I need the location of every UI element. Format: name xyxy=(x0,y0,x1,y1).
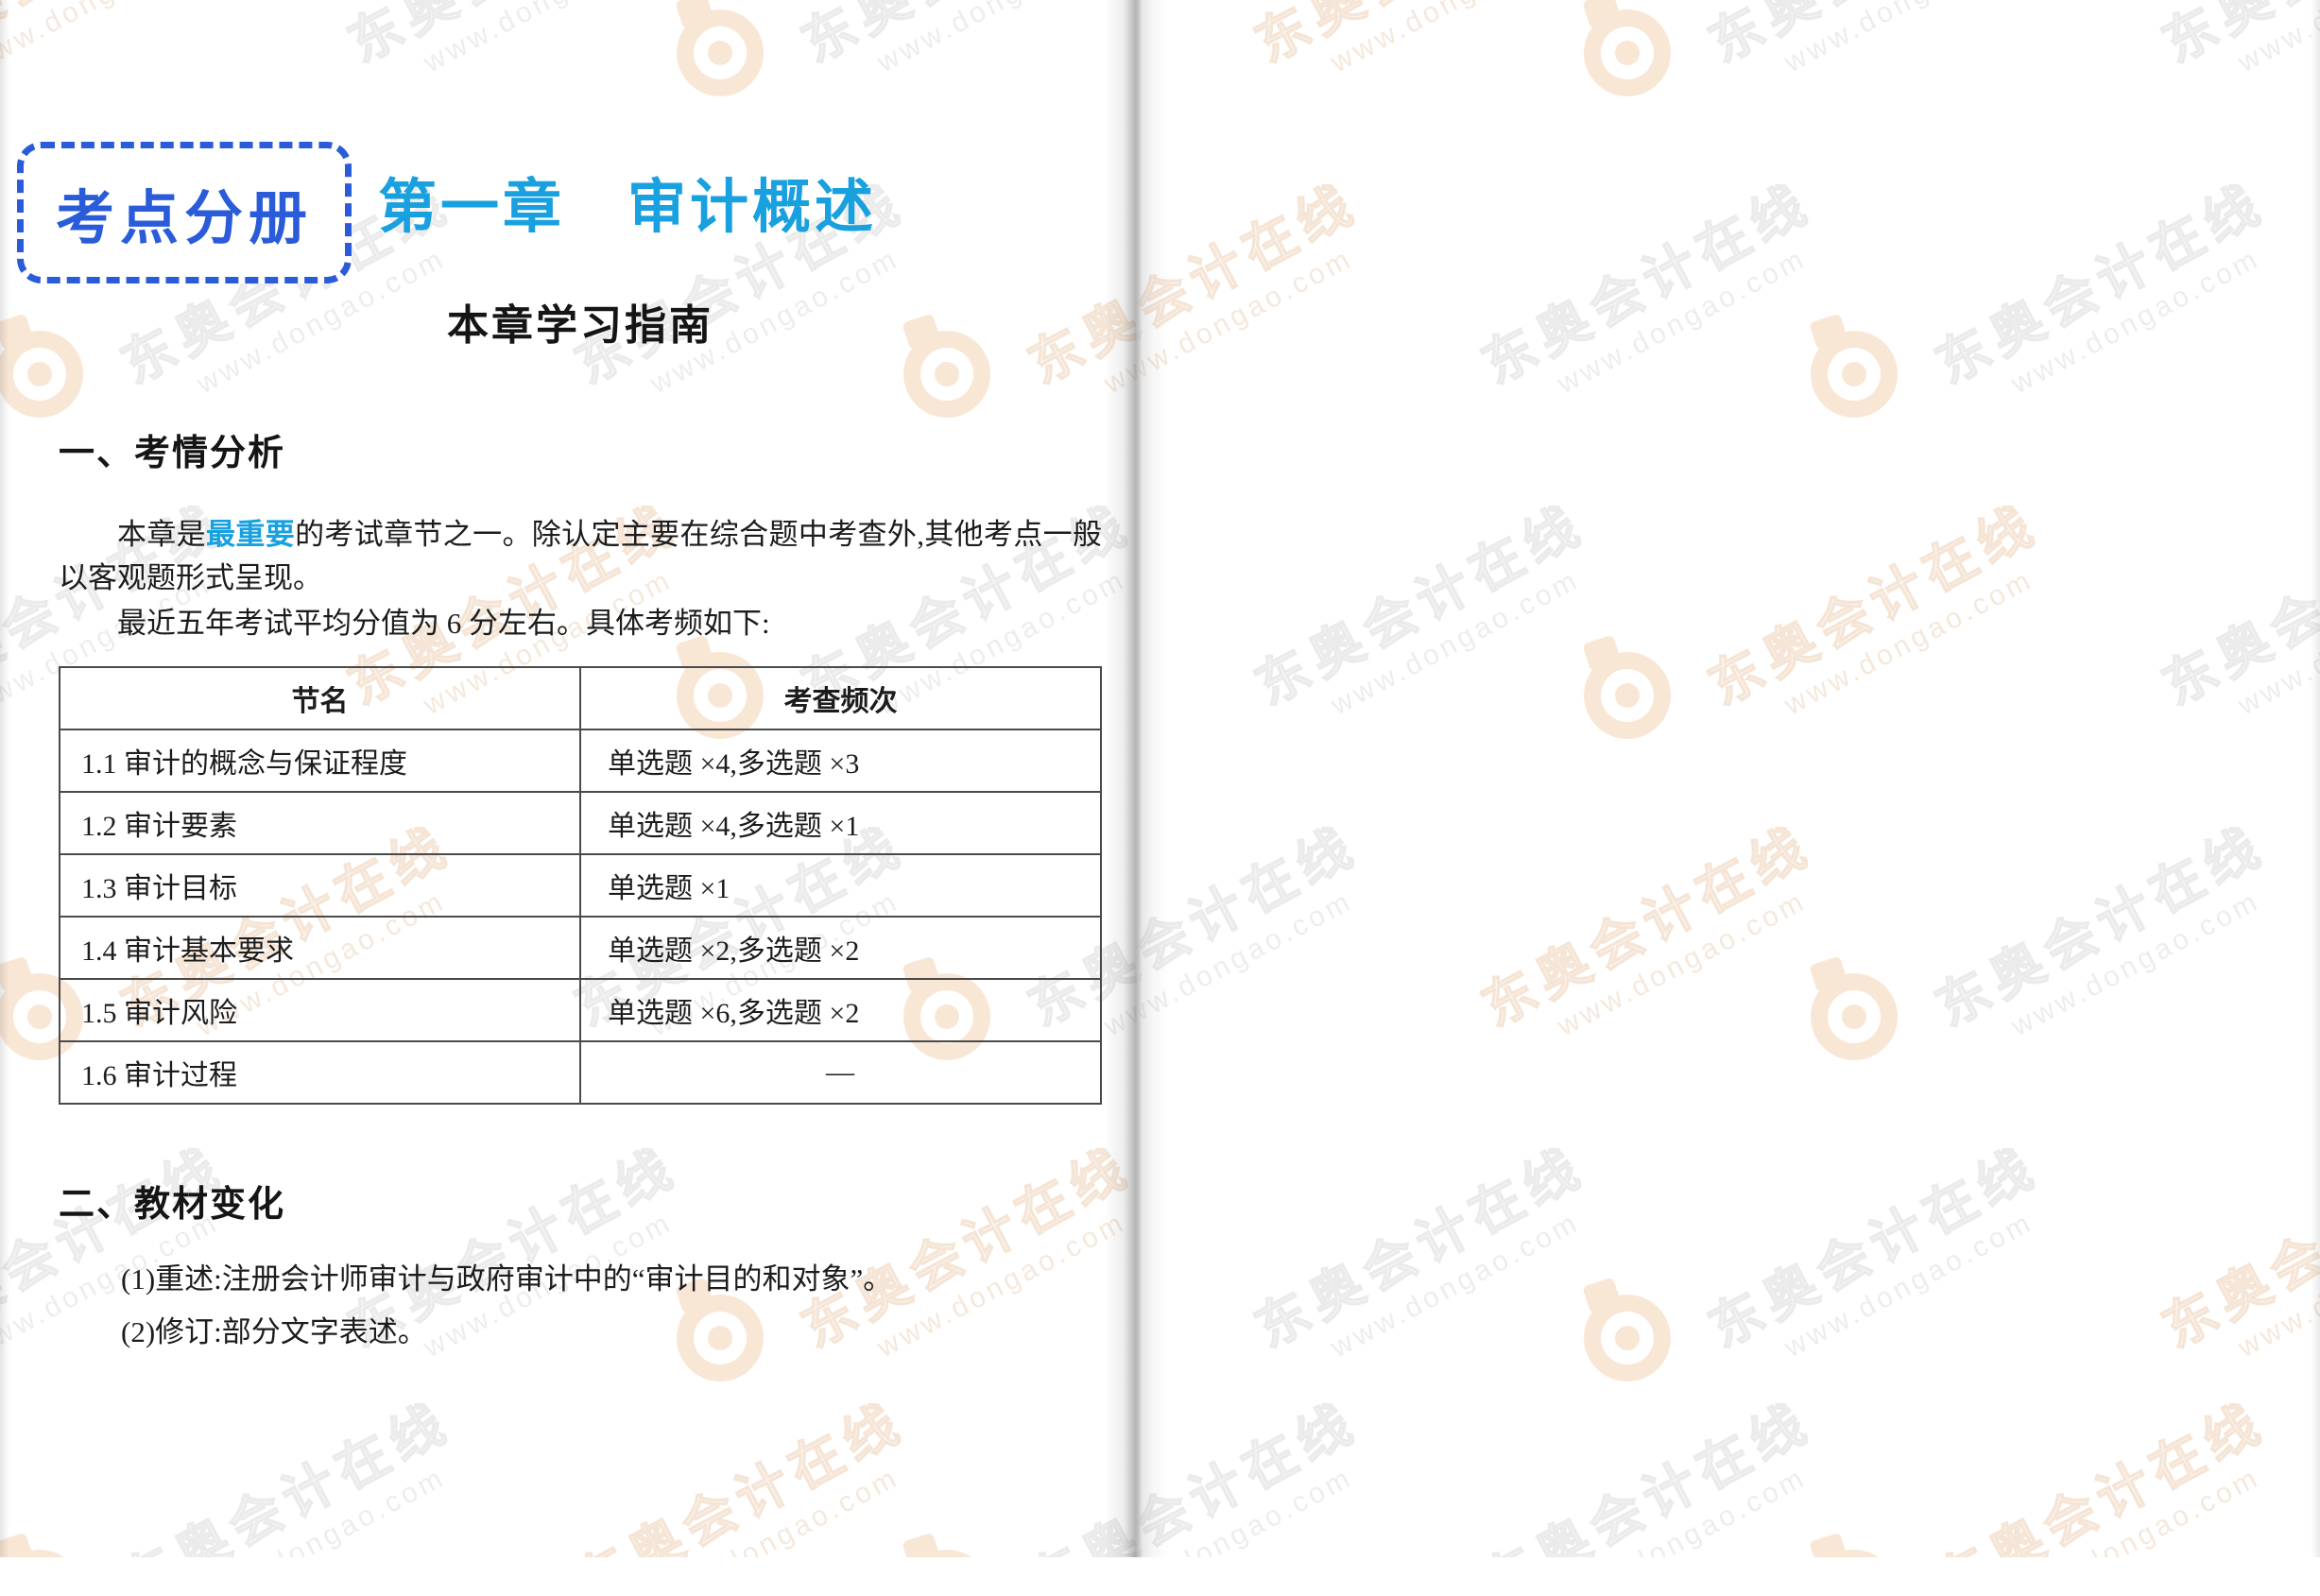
left-page-content: 本章学习指南 一、考情分析 本章是最重要的考试章节之一。除认定主要在综合题中考查… xyxy=(59,291,1102,1353)
frequency-cell: 单选题 ×2,多选题 ×2 xyxy=(580,917,1101,979)
section-name-cell: 1.5 审计风险 xyxy=(60,979,580,1041)
section-name-cell: 1.2 审计要素 xyxy=(60,792,580,854)
chapter-title-left: 第一章 审计概述 xyxy=(378,159,877,244)
section-exam-analysis-heading: 一、考情分析 xyxy=(59,423,1102,475)
volume-badge-keypoints-label: 考点分册 xyxy=(56,170,313,255)
frequency-cell: 单选题 ×1 xyxy=(580,854,1101,917)
column-header-section: 节名 xyxy=(60,667,580,729)
table-header-row: 节名 考查频次 xyxy=(60,667,1101,729)
paragraph-text: 本章是 xyxy=(117,518,206,551)
textbook-change-item: (2)修订:部分文字表述。 xyxy=(59,1312,1102,1353)
highlighted-phrase: 最重要 xyxy=(206,518,295,551)
average-score-paragraph: 最近五年考试平均分值为 6 分左右。具体考频如下: xyxy=(59,602,1102,645)
left-page: 考点分册 第一章 审计概述 本章学习指南 一、考情分析 本章是最重要的考试章节之… xyxy=(0,0,1137,1557)
table-row: 1.3 审计目标 单选题 ×1 xyxy=(60,854,1101,917)
section-textbook-changes-heading: 二、教材变化 xyxy=(59,1175,1102,1227)
frequency-cell: 单选题 ×4,多选题 ×3 xyxy=(580,729,1101,792)
section-name-cell: 1.6 审计过程 xyxy=(60,1041,580,1104)
volume-badge-keypoints: 考点分册 xyxy=(17,142,352,283)
section-name-cell: 1.3 审计目标 xyxy=(60,854,580,917)
table-row: 1.2 审计要素 单选题 ×4,多选题 ×1 xyxy=(60,792,1101,854)
column-header-frequency: 考查频次 xyxy=(580,667,1101,729)
page-edge-left xyxy=(0,0,9,1557)
frequency-cell: 单选题 ×6,多选题 ×2 xyxy=(580,979,1101,1041)
exam-analysis-paragraph: 本章是最重要的考试章节之一。除认定主要在综合题中考查外,其他考点一般以客观题形式… xyxy=(59,513,1102,600)
exam-frequency-table: 节名 考查频次 1.1 审计的概念与保证程度 单选题 ×4,多选题 ×3 1.2… xyxy=(59,666,1102,1105)
section-name-cell: 1.1 审计的概念与保证程度 xyxy=(60,729,580,792)
table-row: 1.5 审计风险 单选题 ×6,多选题 ×2 xyxy=(60,979,1101,1041)
frequency-cell: — xyxy=(580,1041,1101,1104)
table-row: 1.6 审计过程 — xyxy=(60,1041,1101,1104)
frequency-cell: 单选题 ×4,多选题 ×1 xyxy=(580,792,1101,854)
table-row: 1.4 审计基本要求 单选题 ×2,多选题 ×2 xyxy=(60,917,1101,979)
section-name-cell: 1.4 审计基本要求 xyxy=(60,917,580,979)
textbook-change-item: (1)重述:注册会计师审计与政府审计中的“审计目的和对象”。 xyxy=(59,1259,1102,1300)
chapter-guide-heading: 本章学习指南 xyxy=(59,291,1102,352)
right-page: 第一章 审计概述 注会考试题量大,高速、高质解题,是过关核心要素。如何高效提升?… xyxy=(1137,0,2320,1557)
page-edge-right xyxy=(2311,0,2320,1557)
table-row: 1.1 审计的概念与保证程度 单选题 ×4,多选题 ×3 xyxy=(60,729,1101,792)
